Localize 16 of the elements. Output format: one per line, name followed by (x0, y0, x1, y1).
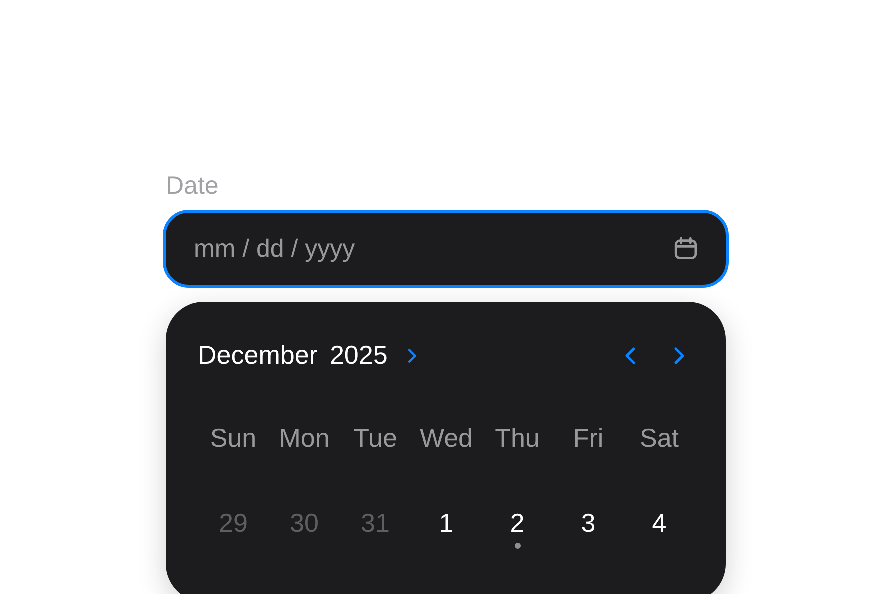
year-label[interactable]: 2025 (330, 340, 388, 371)
weekday-label: Tue (354, 423, 398, 454)
weekday-label: Mon (279, 423, 330, 454)
day-button[interactable]: 2 (510, 508, 525, 549)
field-label: Date (166, 172, 220, 201)
date-input[interactable]: mm / dd / yyyy (194, 234, 672, 264)
weekday-label: Sun (210, 423, 257, 454)
weekday-label: Fri (573, 423, 604, 454)
day-button[interactable]: 3 (581, 508, 596, 549)
month-label[interactable]: December (198, 340, 318, 371)
day-button[interactable]: 1 (439, 508, 454, 549)
date-field[interactable]: mm / dd / yyyy (163, 210, 729, 288)
weekday-label: Sat (640, 423, 680, 454)
weekday-label: Wed (420, 423, 473, 454)
day-button[interactable]: 4 (652, 508, 667, 549)
weekday-label: Thu (495, 423, 540, 454)
